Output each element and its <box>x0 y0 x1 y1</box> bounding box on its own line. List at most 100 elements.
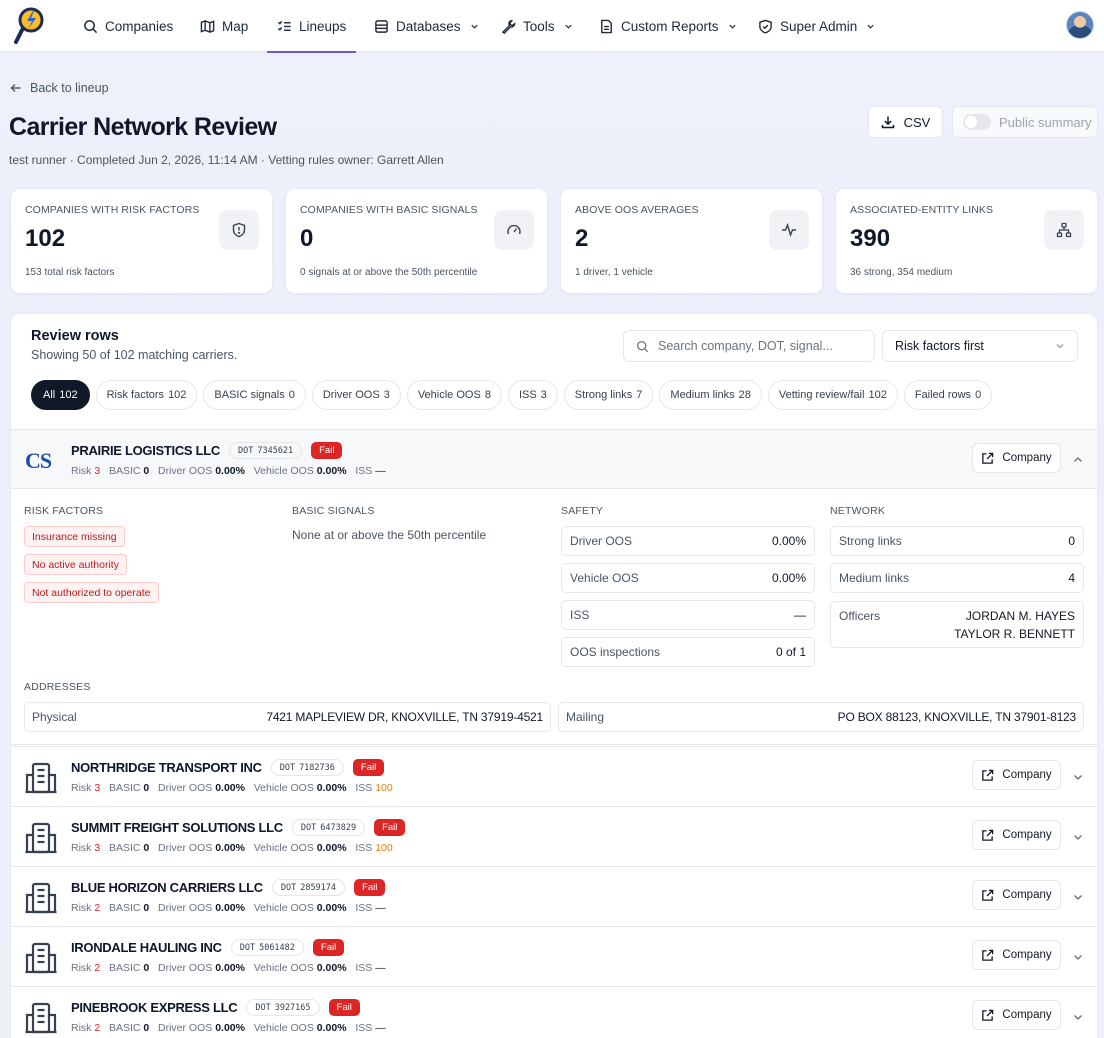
company-button[interactable]: Company <box>972 760 1061 790</box>
meta-label: Vehicle OOS <box>253 782 314 794</box>
building-icon <box>25 1002 57 1034</box>
chip-label: Vetting review/fail <box>778 389 865 401</box>
company-button[interactable]: Company <box>972 443 1061 473</box>
external-link-icon <box>982 889 994 901</box>
stat-icon-box <box>769 210 809 250</box>
company-name-line: IRONDALE HAULING INC DOT 5061482 Fail <box>71 939 345 956</box>
nav-tools[interactable]: Tools <box>501 0 573 52</box>
app-logo-icon[interactable] <box>12 6 46 46</box>
activity-icon <box>782 222 796 238</box>
company-button[interactable]: Company <box>972 1000 1061 1030</box>
chip-count: 0 <box>288 389 295 401</box>
address-mailing: Mailing PO BOX 88123, KNOXVILLE, TN 37901… <box>558 702 1084 732</box>
chip-count: 3 <box>540 389 547 401</box>
table-row-expanded[interactable]: CS PRAIRIE LOGISTICS LLC DOT 7345621 Fail… <box>11 429 1097 489</box>
chip-vetting-review[interactable]: Vetting review/fail 102 <box>767 380 898 410</box>
nav-companies[interactable]: Companies <box>83 0 173 52</box>
chip-risk-factors[interactable]: Risk factors 102 <box>95 380 198 410</box>
chip-iss[interactable]: ISS 3 <box>507 380 558 410</box>
risk-count: 3 <box>94 842 101 854</box>
nav-lineups[interactable]: Lineups <box>266 0 357 53</box>
chip-driver-oos[interactable]: Driver OOS 3 <box>311 380 401 410</box>
chip-all[interactable]: All 102 <box>31 380 90 410</box>
meta-label: BASIC <box>108 902 141 914</box>
table-row[interactable]: PINEBROOK EXPRESS LLC DOT 3927165 Fail Risk … <box>11 986 1097 1038</box>
nav-super-admin[interactable]: Super Admin <box>758 0 875 52</box>
meta-label: BASIC <box>108 1022 141 1034</box>
back-link[interactable]: Back to lineup <box>10 81 109 95</box>
page-subtitle: test runner · Completed Jun 2, 2026, 11:… <box>9 153 444 167</box>
chevron-down-icon[interactable] <box>1072 771 1084 783</box>
company-button[interactable]: Company <box>972 880 1061 910</box>
kv-key: OOS inspections <box>570 645 661 659</box>
meta-label: ISS <box>355 842 373 854</box>
iss-value: — <box>375 1022 386 1034</box>
wrench-icon <box>501 19 516 34</box>
dot-number: 5061482 <box>259 942 295 953</box>
stat-value: 0 <box>300 225 314 252</box>
nav-map[interactable]: Map <box>200 0 248 52</box>
company-button[interactable]: Company <box>972 820 1061 850</box>
driver-oos-value: 0.00% <box>215 1022 245 1034</box>
chevron-down-icon[interactable] <box>1072 891 1084 903</box>
meta-label: Driver OOS <box>158 782 213 794</box>
row-meta: Risk 2 BASIC 0 Driver OOS 0.00% Vehicle … <box>71 1022 386 1034</box>
meta-label: Driver OOS <box>158 1022 213 1034</box>
stat-card-oos-averages: ABOVE OOS AVERAGES 2 1 driver, 1 vehicle <box>560 188 823 294</box>
dot-number: 7182736 <box>299 762 335 773</box>
section-basic-signals: BASIC SIGNALS <box>292 505 375 517</box>
meta-label: ISS <box>355 962 373 974</box>
search-input[interactable]: Search company, DOT, signal... <box>623 330 875 362</box>
arrow-left-icon <box>10 84 21 92</box>
chip-medium-links[interactable]: Medium links 28 <box>659 380 762 410</box>
nav-databases[interactable]: Databases <box>374 0 479 52</box>
chevron-up-icon[interactable] <box>1072 454 1084 466</box>
risk-tag: Not authorized to operate <box>24 582 159 603</box>
download-icon <box>881 116 894 129</box>
nav-custom-reports[interactable]: Custom Reports <box>599 0 737 52</box>
chip-basic-signals[interactable]: BASIC signals 0 <box>203 380 306 410</box>
public-summary-toggle[interactable]: Public summary <box>952 106 1098 138</box>
company-button[interactable]: Company <box>972 940 1061 970</box>
chevron-down-icon[interactable] <box>1072 951 1084 963</box>
iss-value: 100 <box>375 842 393 854</box>
table-row[interactable]: IRONDALE HAULING INC DOT 5061482 Fail Risk 2… <box>11 926 1097 986</box>
chip-count: 28 <box>738 389 751 401</box>
dot-number: 3927165 <box>274 1002 311 1013</box>
table-row[interactable]: NORTHRIDGE TRANSPORT INC DOT 7182736 Fail Ri… <box>11 746 1097 806</box>
shield-alert-icon <box>232 222 246 238</box>
company-name-line: SUMMIT FREIGHT SOLUTIONS LLC DOT 6473829 Fa… <box>71 819 406 836</box>
section-risk-factors: RISK FACTORS <box>24 505 104 517</box>
meta-label: Risk <box>71 842 92 854</box>
chip-label: Medium links <box>670 389 735 401</box>
status-badge: Fail <box>374 819 406 836</box>
chevron-down-icon[interactable] <box>1072 831 1084 843</box>
sort-select[interactable]: Risk factors first <box>882 330 1078 362</box>
stat-value: 390 <box>850 225 891 252</box>
chip-vehicle-oos[interactable]: Vehicle OOS 8 <box>406 380 502 410</box>
dot-badge: DOT 7345621 <box>228 442 303 459</box>
csv-button[interactable]: CSV <box>868 106 943 138</box>
gauge-icon <box>507 224 521 235</box>
toggle-switch[interactable] <box>963 114 991 130</box>
dot-prefix: DOT <box>239 942 256 953</box>
chip-strong-links[interactable]: Strong links 7 <box>563 380 654 410</box>
chip-failed-rows[interactable]: Failed rows 0 <box>903 380 993 410</box>
risk-count: 2 <box>94 1022 101 1034</box>
table-row[interactable]: SUMMIT FREIGHT SOLUTIONS LLC DOT 6473829 Fa… <box>11 806 1097 866</box>
avatar[interactable] <box>1066 11 1094 39</box>
stat-sub: 36 strong, 354 medium <box>850 267 953 278</box>
search-placeholder: Search company, DOT, signal... <box>658 339 833 353</box>
stat-sub: 153 total risk factors <box>25 267 115 278</box>
basic-count: 0 <box>143 842 150 854</box>
chip-count: 8 <box>484 389 491 401</box>
stat-label: ASSOCIATED-ENTITY LINKS <box>850 204 994 216</box>
nav-label: Lineups <box>299 18 347 34</box>
section-addresses: ADDRESSES <box>24 681 91 693</box>
table-row[interactable]: BLUE HORIZON CARRIERS LLC DOT 2859174 Fail R… <box>11 866 1097 926</box>
chip-label: ISS <box>518 389 537 401</box>
chip-label: Strong links <box>574 389 633 401</box>
driver-oos-value: 0.00% <box>215 842 245 854</box>
risk-tag: Insurance missing <box>24 526 125 547</box>
chevron-down-icon[interactable] <box>1072 1011 1084 1023</box>
